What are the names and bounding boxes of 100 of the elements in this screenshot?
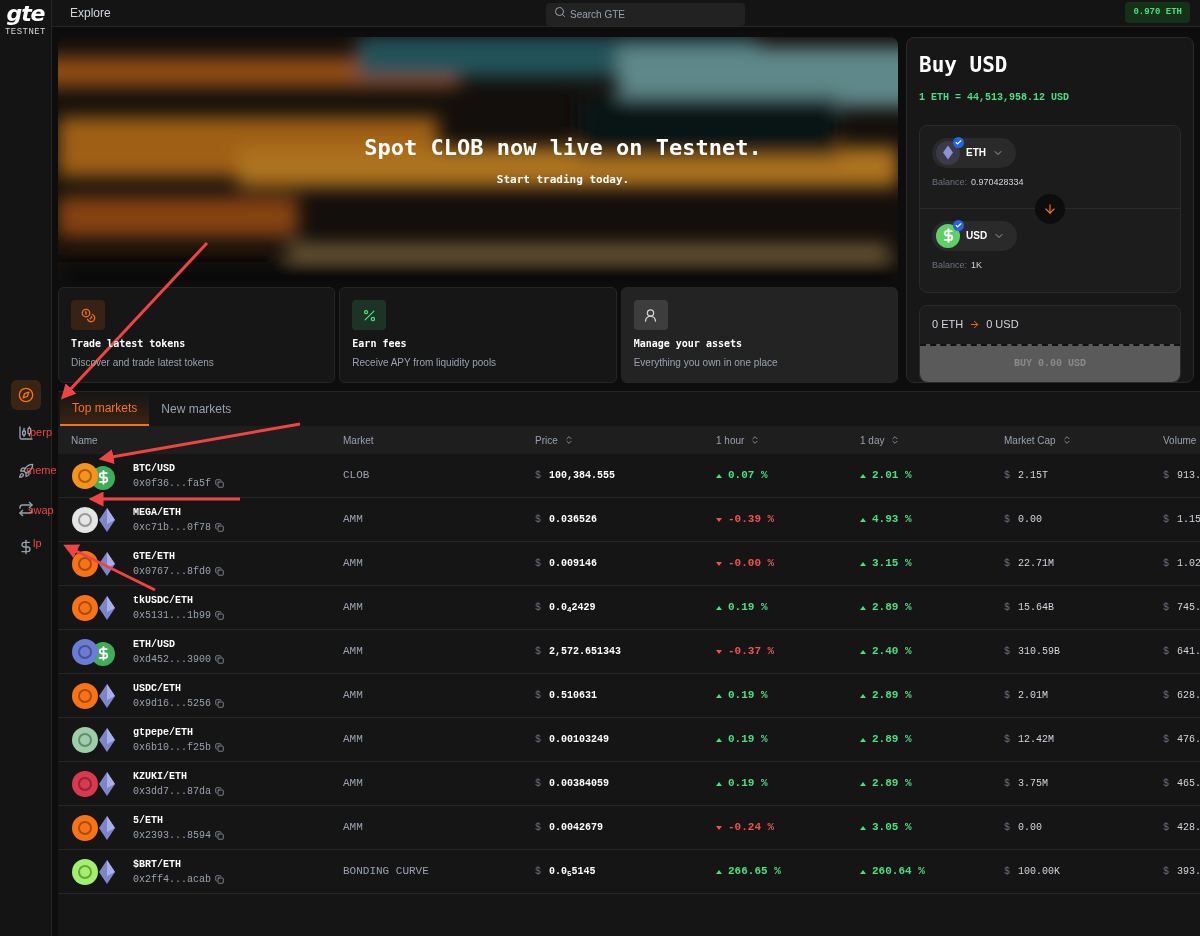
pair-address: 0xc71b...0f78 <box>133 520 211 535</box>
feature-card[interactable]: Manage your assets Everything you own in one place <box>620 287 898 383</box>
currency-sign: $ <box>1004 865 1010 879</box>
pair-name: tkUSDC/ETH <box>133 593 194 608</box>
market-type: AMM <box>343 688 364 704</box>
currency-sign: $ <box>535 821 541 835</box>
market-tab[interactable]: New markets <box>149 392 244 426</box>
feature-description: Everything you own in one place <box>633 356 779 370</box>
price-value: 0.0042679 <box>549 821 604 835</box>
column-header[interactable]: 1 day <box>860 432 885 448</box>
market-row[interactable]: gtpepe/ETH 0x6b10...f25b AMM $ 0.00103249 0.19 % 2.89 % $ 12.42M $ 476. <box>58 718 1200 762</box>
currency-sign: $ <box>535 557 541 571</box>
market-type: AMM <box>343 512 364 528</box>
hour-change: 266.65 % <box>728 864 781 880</box>
market-cap-value: 0.00 <box>1018 821 1043 835</box>
price-value: 0.009146 <box>549 557 598 571</box>
market-row[interactable]: $BRT/ETH 0x2ff4...acab BONDING CURVE $ 0.0$_{5}$5145 266.65 % 260.64 % $ 100.00K $ 393. <box>58 850 1200 894</box>
currency-sign: $ <box>535 469 541 483</box>
hour-change: -0.37 % <box>728 644 775 660</box>
market-row[interactable]: BTC/USD 0x0f36...fa5f CLOB $ 100,384.555 0.07 % 2.01 % $ 2.15T $ 913. <box>58 454 1200 498</box>
market-row[interactable]: USDC/ETH 0x9d16...5256 AMM $ 0.510631 0.19 % 2.89 % $ 2.01M $ 628. <box>58 674 1200 718</box>
column-header[interactable]: Price <box>535 432 558 448</box>
market-tab[interactable]: Top markets <box>60 392 150 426</box>
hour-change: 0.19 % <box>728 688 768 704</box>
price-value: 0.0$_{5}$5145 <box>549 865 596 879</box>
volume-value: 913. <box>1177 469 1200 483</box>
market-type: BONDING CURVE <box>343 864 430 880</box>
market-row[interactable]: ETH/USD 0xd452...3900 AMM $ 2,572.651343 -0.37 % 2.40 % $ 310.59B $ 641. <box>58 630 1200 674</box>
feature-title: Earn fees <box>352 337 408 351</box>
market-row[interactable]: KZUKI/ETH 0x3dd7...87da AMM $ 0.00384059 0.19 % 2.89 % $ 3.75M $ 465. <box>58 762 1200 806</box>
copy-icon[interactable] <box>215 830 224 840</box>
market-type: AMM <box>343 600 364 616</box>
exchange-rate: 1 ETH = 44,513,958.12 USD <box>919 90 1071 105</box>
market-type: AMM <box>343 644 364 660</box>
pair-address: 0x0767...8fd0 <box>133 564 211 579</box>
arrow-down-icon[interactable] <box>1035 193 1065 224</box>
volume-value: 628. <box>1177 689 1200 703</box>
token-selector[interactable]: ETH <box>932 137 1016 168</box>
pair-address: 0x9d16...5256 <box>133 696 211 711</box>
balance-label: Balance: <box>932 175 968 189</box>
copy-icon[interactable] <box>215 610 224 620</box>
sort-icon[interactable] <box>750 435 761 445</box>
volume-value: 641. <box>1177 645 1200 659</box>
copy-icon[interactable] <box>215 654 224 664</box>
market-cap-value: 100.00K <box>1018 865 1061 879</box>
search-field[interactable]: Search GTE <box>546 3 745 26</box>
hour-change: 0.07 % <box>728 468 768 484</box>
sort-icon[interactable] <box>1061 435 1072 445</box>
token-selector[interactable]: USD <box>932 220 1018 251</box>
volume-value: 476. <box>1177 733 1200 747</box>
price-value: 2,572.651343 <box>549 645 622 659</box>
market-cap-value: 2.15T <box>1018 469 1049 483</box>
pair-name: KZUKI/ETH <box>133 769 188 784</box>
panel-title: Buy USD <box>919 52 1009 79</box>
sidebar-nav-button[interactable] <box>10 379 41 410</box>
market-cap-value: 2.01M <box>1018 689 1049 703</box>
logo[interactable]: gte <box>6 2 45 26</box>
balance-badge[interactable]: 0.970 ETH <box>1125 2 1190 23</box>
volume-value: 465. <box>1177 777 1200 791</box>
column-header[interactable]: Market Cap <box>1004 432 1056 448</box>
feature-title: Manage your assets <box>633 337 744 351</box>
copy-icon[interactable] <box>215 874 224 884</box>
market-type: AMM <box>343 776 364 792</box>
currency-sign: $ <box>535 513 541 527</box>
pair-address: 0x6b10...f25b <box>133 740 211 755</box>
market-row[interactable]: 5/ETH 0x2393...8594 AMM $ 0.0042679 -0.24 % 3.05 % $ 0.00 $ 428. <box>58 806 1200 850</box>
currency-sign: $ <box>1163 689 1169 703</box>
pair-name: $BRT/ETH <box>133 857 182 872</box>
column-header[interactable]: 1 hour <box>716 432 745 448</box>
currency-sign: $ <box>1004 557 1010 571</box>
market-row[interactable]: GTE/ETH 0x0767...8fd0 AMM $ 0.009146 -0.00 % 3.15 % $ 22.71M $ 1.02 <box>58 542 1200 586</box>
pair-address: 0xd452...3900 <box>133 652 211 667</box>
annotation-label: lp <box>33 536 42 551</box>
currency-sign: $ <box>1163 645 1169 659</box>
day-change: 2.01 % <box>872 468 912 484</box>
feature-description: Receive APY from liquidity pools <box>352 356 498 370</box>
sort-icon[interactable] <box>890 435 901 445</box>
price-value: 0.036526 <box>549 513 598 527</box>
market-type: AMM <box>343 732 364 748</box>
volume-value: 428. <box>1177 821 1200 835</box>
copy-icon[interactable] <box>215 742 224 752</box>
copy-icon[interactable] <box>215 478 224 488</box>
currency-sign: $ <box>1004 777 1010 791</box>
sort-icon[interactable] <box>563 435 574 445</box>
copy-icon[interactable] <box>215 786 224 796</box>
currency-sign: $ <box>1004 689 1010 703</box>
annotation-label: swap <box>28 503 54 518</box>
currency-sign: $ <box>1004 645 1010 659</box>
day-change: 3.05 % <box>872 820 912 836</box>
copy-icon[interactable] <box>215 522 224 532</box>
market-row[interactable]: MEGA/ETH 0xc71b...0f78 AMM $ 0.036526 -0.39 % 4.93 % $ 0.00 $ 1.15 <box>58 498 1200 542</box>
currency-sign: $ <box>1163 557 1169 571</box>
feature-card[interactable]: Earn fees Receive APY from liquidity pools <box>339 287 617 383</box>
market-row[interactable]: tkUSDC/ETH 0x5131...1b99 AMM $ 0.0$_{4}$2429 0.19 % 2.89 % $ 15.64B $ 745. <box>58 586 1200 630</box>
copy-icon[interactable] <box>215 566 224 576</box>
copy-icon[interactable] <box>215 698 224 708</box>
column-header: Volume <box>1163 433 1197 448</box>
currency-sign: $ <box>1163 601 1169 615</box>
day-change: 2.89 % <box>872 776 912 792</box>
hour-change: 0.19 % <box>728 776 768 792</box>
